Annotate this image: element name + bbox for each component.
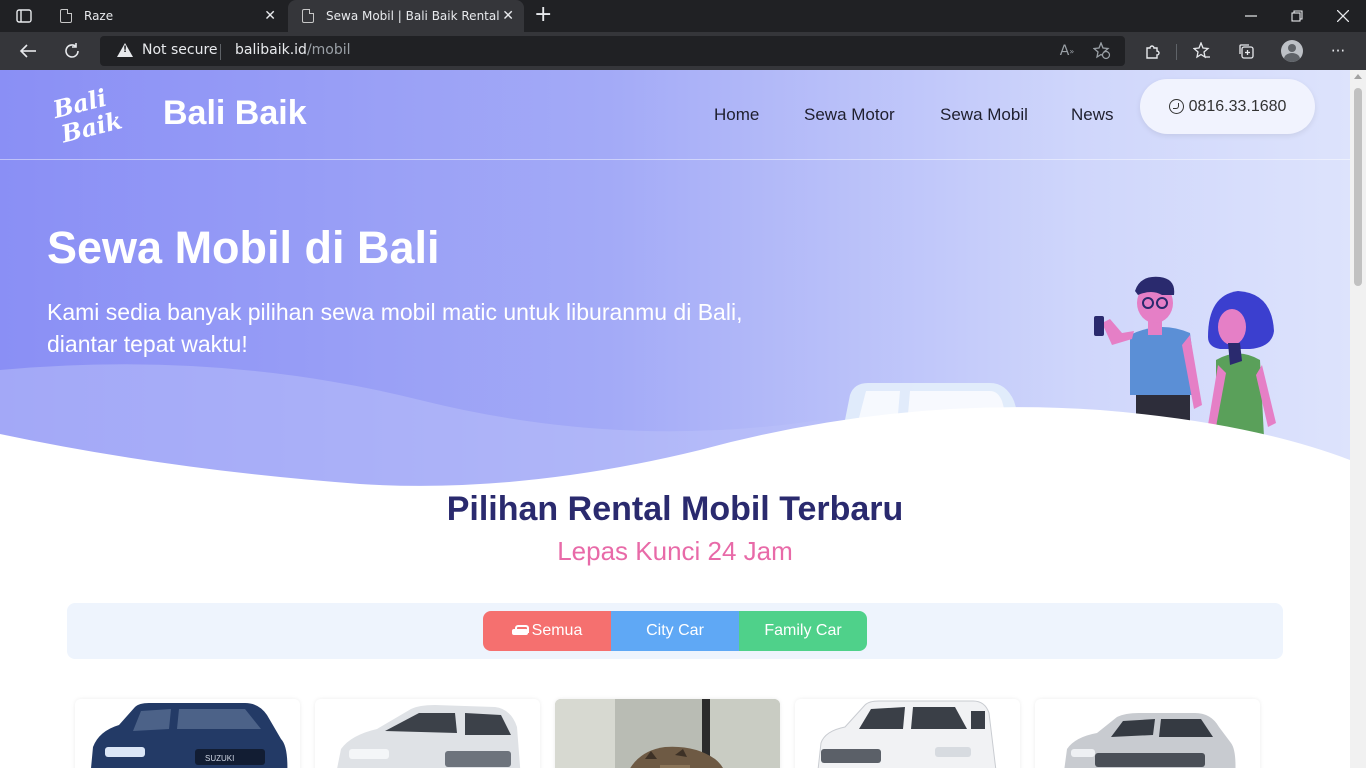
divider — [220, 44, 221, 60]
tab-title: Sewa Mobil | Bali Baik Rental — [326, 9, 500, 23]
blue-suv-photo: SUZUKI — [75, 699, 300, 768]
nav-news[interactable]: News — [1071, 105, 1114, 125]
url-text[interactable]: balibaik.id/mobil — [235, 42, 351, 58]
page-scrollbar[interactable] — [1350, 70, 1366, 768]
car-icon — [511, 625, 529, 637]
warning-icon — [117, 43, 133, 57]
car-card[interactable] — [315, 699, 540, 768]
profile-icon[interactable] — [1281, 40, 1303, 62]
add-favorite-icon[interactable] — [1092, 41, 1112, 61]
nav-sewa-motor[interactable]: Sewa Motor — [804, 105, 895, 125]
scroll-up-arrow-icon[interactable] — [1354, 74, 1362, 79]
section-subtitle: Lepas Kunci 24 Jam — [557, 536, 793, 566]
browser-tab-sewa-mobil[interactable]: Sewa Mobil | Bali Baik Rental ✕ — [288, 0, 524, 32]
back-icon[interactable] — [16, 39, 40, 63]
logo[interactable]: Bali Baik — [50, 84, 134, 146]
car-card[interactable]: SUZUKI — [75, 699, 300, 768]
car-card[interactable] — [1035, 699, 1260, 768]
filter-family-car-button[interactable]: Family Car — [739, 611, 867, 651]
car-card[interactable] — [555, 699, 780, 768]
filter-label: Family Car — [764, 622, 842, 639]
hero-section: Bali Baik Bali Baik Home Sewa Motor Sewa… — [0, 70, 1350, 520]
divider — [1176, 44, 1177, 60]
more-icon[interactable]: ··· — [1327, 40, 1349, 62]
silver-mpv-photo — [315, 699, 540, 768]
close-icon[interactable]: ✕ — [264, 8, 276, 24]
car-card[interactable] — [795, 699, 1020, 768]
whatsapp-phone-button[interactable]: 0816.33.1680 — [1140, 79, 1315, 134]
tab-actions-icon[interactable] — [8, 6, 40, 26]
whatsapp-icon — [1168, 99, 1184, 114]
extensions-icon[interactable] — [1142, 40, 1164, 62]
header-divider — [0, 159, 1350, 160]
reload-icon[interactable] — [60, 39, 84, 63]
hero-subtitle: Kami sedia banyak pilihan sewa mobil mat… — [47, 299, 743, 357]
page-icon — [60, 9, 72, 23]
url-path: /mobil — [306, 42, 351, 58]
url-host: balibaik.id — [235, 42, 307, 58]
new-tab-icon[interactable]: + — [534, 4, 552, 26]
browser-tab-strip: Raze ✕ Sewa Mobil | Bali Baik Rental ✕ + — [0, 0, 1366, 32]
collections-icon[interactable] — [1235, 40, 1257, 62]
tab-title: Raze — [84, 9, 114, 23]
close-icon[interactable]: ✕ — [502, 8, 514, 24]
section-title: Pilihan Rental Mobil Terbaru — [446, 490, 904, 528]
brand-name[interactable]: Bali Baik — [163, 94, 307, 133]
filter-semua-button[interactable]: Semua — [483, 611, 611, 651]
page-viewport: Bali Baik Bali Baik Home Sewa Motor Sewa… — [0, 70, 1350, 768]
nav-sewa-mobil[interactable]: Sewa Mobil — [940, 105, 1028, 125]
read-aloud-icon[interactable]: A» — [1057, 41, 1077, 61]
cat-photo — [555, 699, 780, 768]
page-icon — [302, 9, 314, 23]
filter-label: City Car — [646, 622, 704, 639]
hero-title: Sewa Mobil di Bali — [47, 222, 440, 273]
browser-toolbar: Not secure balibaik.id/mobil A» ··· — [0, 32, 1366, 70]
scrollbar-thumb[interactable] — [1354, 88, 1362, 286]
minimize-icon[interactable] — [1228, 0, 1274, 32]
silver-hatchback-photo — [1035, 699, 1260, 768]
favorites-icon[interactable] — [1191, 40, 1213, 62]
window-close-icon[interactable] — [1320, 0, 1366, 32]
filter-city-car-button[interactable]: City Car — [611, 611, 739, 651]
phone-number: 0816.33.1680 — [1188, 97, 1287, 115]
filter-label: Semua — [531, 622, 583, 639]
svg-text:SUZUKI: SUZUKI — [205, 754, 234, 763]
security-label[interactable]: Not secure — [142, 42, 218, 58]
restore-icon[interactable] — [1274, 0, 1320, 32]
browser-tab-raze[interactable]: Raze ✕ — [46, 0, 286, 32]
white-van-photo — [795, 699, 1020, 768]
address-bar[interactable]: Not secure balibaik.id/mobil A» — [100, 36, 1125, 66]
nav-home[interactable]: Home — [714, 105, 759, 125]
